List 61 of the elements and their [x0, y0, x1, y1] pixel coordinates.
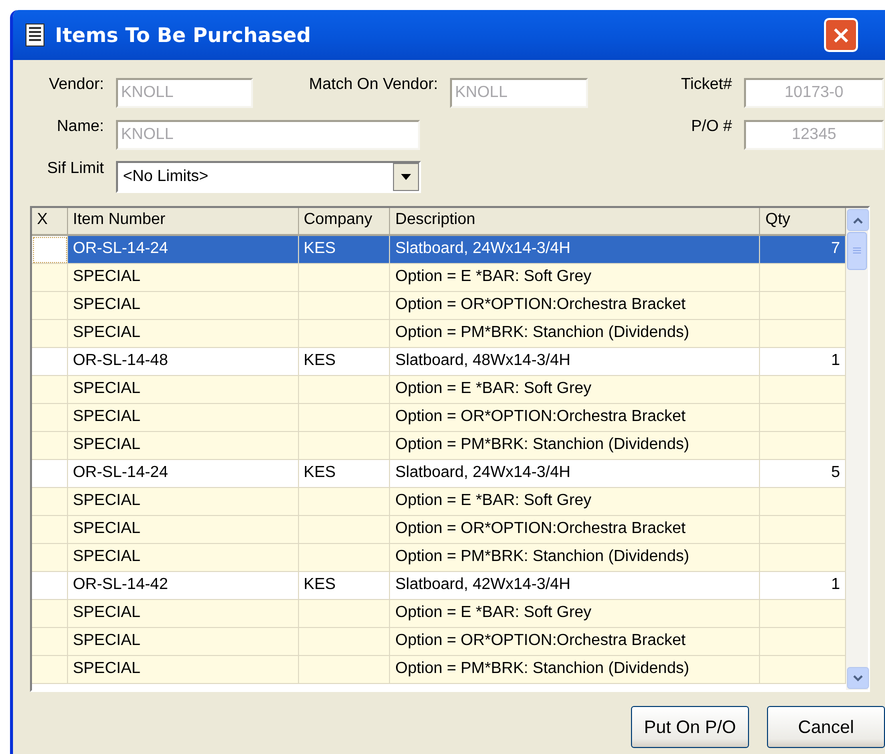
table-row[interactable]: SPECIAL Option = E *BAR: Soft Grey — [32, 264, 846, 292]
column-header[interactable]: Company — [298, 208, 390, 236]
table-row[interactable]: SPECIAL Option = PM*BRK: Stanchion (Dividends) — [32, 432, 846, 460]
row-selector-cell[interactable] — [32, 656, 68, 684]
field-label: Match On Vendor: — [308, 75, 439, 94]
row-selector-cell[interactable] — [32, 376, 68, 404]
row-selector-cell[interactable] — [32, 320, 68, 348]
table-row[interactable]: SPECIAL Option = OR*OPTION:Orchestra Bracket — [32, 404, 846, 432]
table-cell: Option = PM*BRK: Stanchion (Dividends) — [390, 656, 760, 684]
table-row[interactable]: SPECIAL Option = E *BAR: Soft Grey — [32, 488, 846, 516]
table-row[interactable]: OR-SL-14-48 KES Slatboard, 48Wx14-3/4H 1 — [32, 348, 846, 376]
window-title: Items To Be Purchased — [55, 23, 312, 47]
field-label: Ticket# — [680, 75, 733, 94]
row-selector-cell[interactable] — [32, 348, 68, 376]
table-row[interactable]: SPECIAL Option = E *BAR: Soft Grey — [32, 600, 846, 628]
table-row[interactable]: SPECIAL Option = OR*OPTION:Orchestra Bracket — [32, 516, 846, 544]
row-selector-cell[interactable] — [32, 404, 68, 432]
table-row[interactable]: OR-SL-14-24 KES Slatboard, 24Wx14-3/4H 5 — [32, 460, 846, 488]
row-selector-cell[interactable] — [32, 236, 68, 264]
column-header[interactable]: Description — [390, 208, 760, 236]
row-selector-cell[interactable] — [32, 292, 68, 320]
column-header[interactable]: Item Number — [68, 208, 299, 236]
close-button[interactable]: × — [824, 18, 858, 52]
row-selector-cell[interactable] — [32, 572, 68, 600]
field-label: Sif Limit — [46, 159, 105, 178]
dropdown-value: <No Limits> — [122, 168, 210, 186]
scroll-thumb[interactable] — [847, 232, 867, 270]
row-selector-cell[interactable] — [32, 544, 68, 572]
cancel-button[interactable]: Cancel — [767, 706, 885, 748]
table-row[interactable]: SPECIAL Option = PM*BRK: Stanchion (Dividends) — [32, 544, 846, 572]
scroll-up-button[interactable] — [847, 209, 869, 231]
field-label: P/O # — [690, 117, 733, 136]
scroll-bar[interactable] — [846, 208, 868, 690]
sif-limit-dropdown[interactable]: <No Limits> — [116, 161, 421, 193]
field-label: Name: — [56, 117, 105, 136]
document-icon — [25, 23, 45, 47]
chevron-down-icon — [853, 674, 863, 682]
field-label: Vendor: — [48, 75, 105, 94]
put-on-po-button[interactable]: Put On P/O — [631, 706, 749, 748]
row-selector-cell[interactable] — [32, 460, 68, 488]
table-row[interactable]: SPECIAL Option = E *BAR: Soft Grey — [32, 376, 846, 404]
column-header[interactable]: Qty — [760, 208, 846, 236]
dropdown-button[interactable] — [393, 163, 419, 191]
row-selector-cell[interactable] — [32, 264, 68, 292]
table-row[interactable]: OR-SL-14-42 KES Slatboard, 42Wx14-3/4H 1 — [32, 572, 846, 600]
row-selector-cell[interactable] — [32, 488, 68, 516]
table-row[interactable]: SPECIAL Option = OR*OPTION:Orchestra Bracket — [32, 628, 846, 656]
grip-icon — [853, 247, 861, 255]
table-row[interactable]: SPECIAL Option = OR*OPTION:Orchestra Bracket — [32, 292, 846, 320]
column-header[interactable]: X — [32, 208, 68, 236]
row-selector-cell[interactable] — [32, 432, 68, 460]
scroll-down-button[interactable] — [847, 667, 869, 689]
table-row[interactable]: SPECIAL Option = PM*BRK: Stanchion (Dividends) — [32, 320, 846, 348]
row-selector-cell[interactable] — [32, 628, 68, 656]
table-row[interactable]: SPECIAL Option = PM*BRK: Stanchion (Dividends) — [32, 656, 846, 684]
table-row[interactable]: OR-SL-14-24 KES Slatboard, 24Wx14-3/4H 7 — [32, 236, 846, 264]
row-selector-cell[interactable] — [32, 600, 68, 628]
chevron-up-icon — [853, 216, 863, 224]
table-cell: SPECIAL — [68, 656, 299, 684]
caret-icon — [401, 174, 411, 180]
row-selector-cell[interactable] — [32, 516, 68, 544]
